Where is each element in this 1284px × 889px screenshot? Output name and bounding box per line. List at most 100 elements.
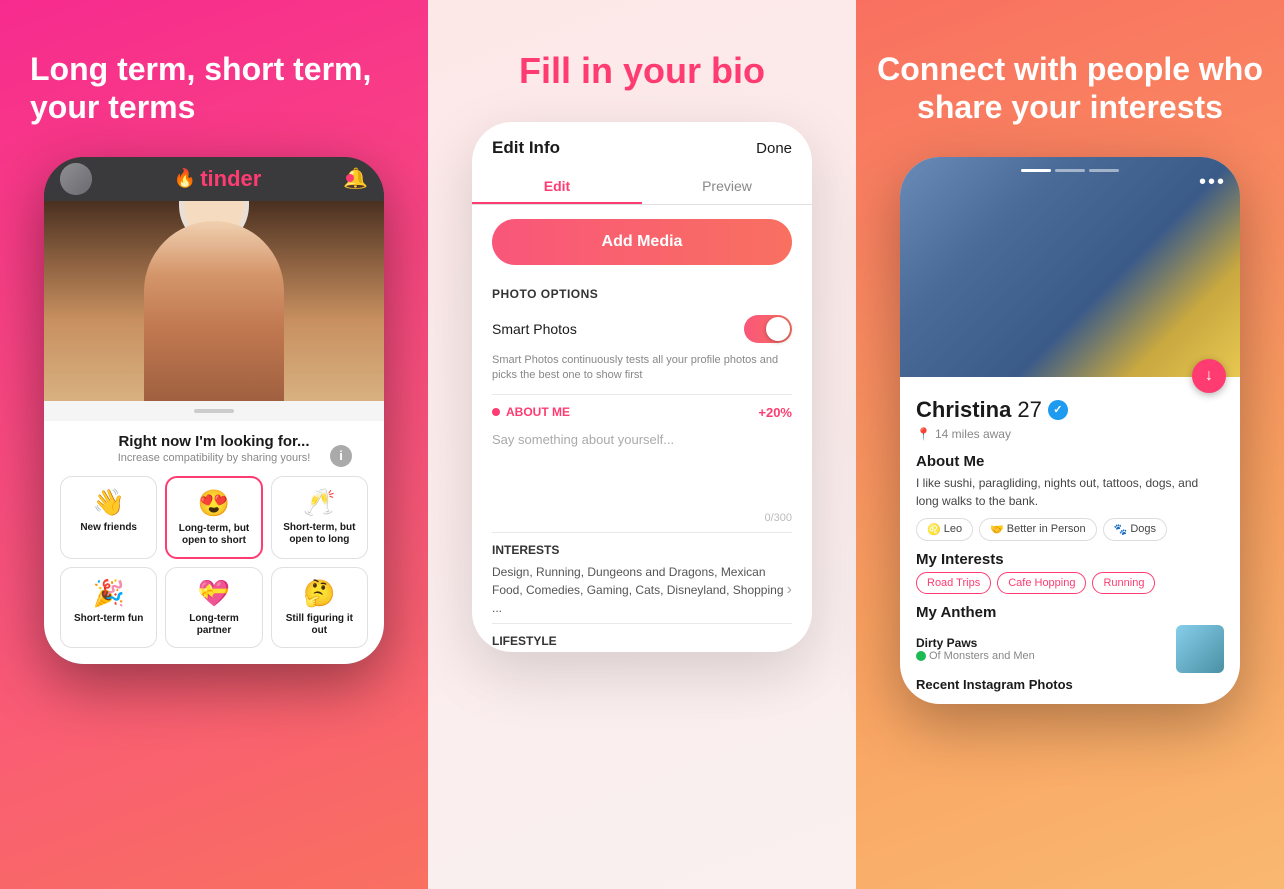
interests-text: Design, Running, Dungeons and Dragons, M…	[492, 563, 787, 617]
profile-name-row: Christina 27 ✓	[916, 397, 1224, 423]
avatar	[60, 163, 92, 195]
option-long-term-partner[interactable]: 💝 Long-term partner	[165, 567, 262, 648]
about-me-textarea[interactable]: Say something about yourself...	[492, 428, 792, 508]
panel-1-title: Long term, short term, your terms	[30, 50, 371, 127]
chevron-right-icon: ›	[787, 581, 792, 599]
distance-row: 📍 14 miles away	[916, 427, 1224, 441]
panel-2: Fill in your bio Edit Info Done Edit Pre…	[428, 0, 856, 889]
option-label-long-term-open: Long-term, but open to short	[173, 523, 254, 547]
tab-edit[interactable]: Edit	[472, 170, 642, 204]
lifestyle-label: LIFESTYLE	[472, 624, 812, 652]
looking-for-container: Right now I'm looking for... Increase co…	[60, 433, 368, 464]
info-button[interactable]: i	[330, 445, 352, 467]
anthem-artist-row: Of Monsters and Men	[916, 650, 1176, 662]
tinder-logo-area: 🔥 tinder	[92, 166, 343, 192]
handshake-icon: 🤝	[990, 523, 1004, 536]
tag-better-in-person[interactable]: 🤝 Better in Person	[979, 518, 1097, 541]
leo-label: Leo	[944, 523, 962, 535]
option-long-term-open[interactable]: 😍 Long-term, but open to short	[165, 476, 262, 559]
percent-badge: +20%	[758, 405, 792, 420]
option-label-still-figuring: Still figuring it out	[278, 613, 361, 637]
panel-3: Connect with people who share your inter…	[856, 0, 1284, 889]
photo-dot-1	[1021, 169, 1051, 172]
panel-2-title: Fill in your bio	[519, 50, 765, 92]
recent-photos-label: Recent Instagram Photos	[916, 677, 1224, 692]
profile-age: 27	[1017, 397, 1041, 423]
distance-text: 14 miles away	[935, 427, 1011, 441]
option-emoji-short-term-open: 🥂	[303, 487, 335, 518]
options-grid: 👋 New friends 😍 Long-term, but open to s…	[60, 476, 368, 648]
better-in-person-label: Better in Person	[1007, 523, 1086, 535]
option-label-new-friends: New friends	[80, 522, 137, 534]
anthem-thumbnail	[1176, 625, 1224, 673]
verified-badge: ✓	[1048, 400, 1068, 420]
toggle-knob	[766, 317, 790, 341]
about-me-row: ABOUT ME +20%	[472, 395, 812, 424]
option-label-long-term-partner: Long-term partner	[172, 613, 255, 637]
interests-row[interactable]: Design, Running, Dungeons and Dragons, M…	[492, 563, 792, 617]
tinder-flame-icon: 🔥	[174, 168, 196, 189]
edit-preview-tabs: Edit Preview	[472, 170, 812, 205]
anthem-section: Dirty Paws Of Monsters and Men	[916, 625, 1224, 673]
phone-mockup-2: Edit Info Done Edit Preview Add Media PH…	[472, 122, 812, 652]
person-silhouette	[144, 221, 284, 401]
tinder-logo: tinder	[200, 166, 261, 192]
notification-bell[interactable]: 🔔	[343, 166, 368, 191]
looking-for-header: Right now I'm looking for...	[60, 433, 368, 450]
option-still-figuring[interactable]: 🤔 Still figuring it out	[271, 567, 368, 648]
panel-1: Long term, short term, your terms 🔥 tind…	[0, 0, 428, 889]
about-section: About Me I like sushi, paragliding, nigh…	[916, 453, 1224, 541]
tags-row: ♌ Leo 🤝 Better in Person 🐾 Dogs	[916, 518, 1224, 541]
pin-icon: 📍	[916, 427, 931, 441]
interest-tags: Road Trips Cafe Hopping Running	[916, 572, 1224, 594]
interest-cafe-hopping[interactable]: Cafe Hopping	[997, 572, 1086, 594]
anthem-song: Dirty Paws	[916, 636, 1176, 650]
about-me-dot	[492, 408, 500, 416]
anthem-artist-text: Of Monsters and Men	[929, 650, 1035, 662]
interests-section-profile: My Interests Road Trips Cafe Hopping Run…	[916, 551, 1224, 594]
add-media-button[interactable]: Add Media	[492, 219, 792, 265]
about-me-text: I like sushi, paragliding, nights out, t…	[916, 474, 1224, 510]
about-me-label-row: ABOUT ME	[492, 405, 570, 419]
done-button[interactable]: Done	[756, 140, 792, 157]
smart-photos-row: Smart Photos	[472, 307, 812, 351]
scroll-indicator	[44, 401, 384, 421]
profile-name: Christina	[916, 397, 1011, 423]
smart-photos-label: Smart Photos	[492, 321, 577, 337]
tag-leo[interactable]: ♌ Leo	[916, 518, 973, 541]
tab-preview[interactable]: Preview	[642, 170, 812, 204]
option-emoji-long-term-partner: 💝	[198, 578, 230, 609]
option-short-term-fun[interactable]: 🎉 Short-term fun	[60, 567, 157, 648]
option-emoji-short-term-fun: 🎉	[92, 578, 124, 609]
interest-road-trips[interactable]: Road Trips	[916, 572, 991, 594]
smart-photos-toggle[interactable]	[744, 315, 792, 343]
download-button[interactable]: ↓	[1192, 359, 1226, 393]
photo-dot-3	[1089, 169, 1119, 172]
anthem-title: My Anthem	[916, 604, 1224, 621]
dogs-label: Dogs	[1130, 523, 1156, 535]
photo-indicators	[1021, 169, 1119, 172]
phone-top-bar: 🔥 tinder 🔔	[44, 157, 384, 201]
option-new-friends[interactable]: 👋 New friends	[60, 476, 157, 559]
scroll-pill	[194, 409, 234, 413]
option-short-term-open[interactable]: 🥂 Short-term, but open to long	[271, 476, 368, 559]
photo-dot-2	[1055, 169, 1085, 172]
anthem-section-container: My Anthem Dirty Paws Of Monsters and Men	[916, 604, 1224, 673]
denim-jacket-bg	[900, 157, 1240, 377]
phone-mockup-3: ••• ↓ Christina 27 ✓ 📍 14 miles away Abo…	[900, 157, 1240, 704]
smart-photos-desc: Smart Photos continuously tests all your…	[472, 351, 812, 394]
anthem-info: Dirty Paws Of Monsters and Men	[916, 636, 1176, 662]
profile-info: Christina 27 ✓ 📍 14 miles away About Me …	[900, 377, 1240, 704]
phone-bottom-section: Right now I'm looking for... Increase co…	[44, 421, 384, 664]
interest-running[interactable]: Running	[1092, 572, 1155, 594]
phone-mockup-1: 🔥 tinder 🔔 RED CAPS Right now I'm lookin…	[44, 157, 384, 664]
three-dots-menu[interactable]: •••	[1199, 171, 1226, 194]
option-emoji-long-term-open: 😍	[198, 488, 230, 519]
tag-dogs[interactable]: 🐾 Dogs	[1103, 518, 1167, 541]
edit-info-title: Edit Info	[492, 138, 560, 158]
option-emoji-still-figuring: 🤔	[303, 578, 335, 609]
profile-photo: RED CAPS	[44, 201, 384, 401]
interests-section: INTERESTS Design, Running, Dungeons and …	[472, 533, 812, 623]
panel-3-title: Connect with people who share your inter…	[876, 50, 1264, 127]
interests-section-title: My Interests	[916, 551, 1224, 568]
